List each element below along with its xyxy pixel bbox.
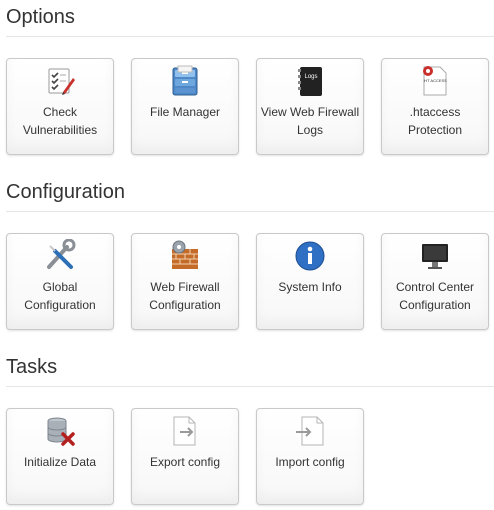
tile-label: .htaccess Protection: [407, 105, 463, 137]
logs-icon-text: Logs: [304, 74, 317, 80]
tile-label: Check Vulnerabilities: [22, 105, 98, 137]
section-divider: [6, 386, 494, 387]
tile-label: System Info: [278, 280, 342, 294]
section-title-tasks: Tasks: [6, 356, 58, 378]
tile-label: Import config: [275, 455, 345, 469]
initialize-data-button[interactable]: Initialize Data: [6, 408, 114, 505]
system-info-button[interactable]: System Info: [256, 233, 364, 330]
check-vulnerabilities-button[interactable]: Check Vulnerabilities: [6, 58, 114, 155]
tile-label: View Web Firewall Logs: [260, 105, 360, 137]
monitor-icon: [418, 239, 452, 273]
tile-label: Control Center Configuration: [395, 280, 475, 312]
htaccess-file-icon: .HT ACCESS: [418, 64, 452, 98]
tile-label: Web Firewall Configuration: [149, 280, 221, 312]
database-delete-icon: [43, 414, 77, 448]
section-title-options: Options: [6, 6, 75, 28]
global-configuration-button[interactable]: Global Configuration: [6, 233, 114, 330]
firewall-gear-icon: [168, 239, 202, 273]
control-center-configuration-button[interactable]: Control Center Configuration: [381, 233, 489, 330]
checklist-pen-icon: [43, 64, 77, 98]
import-config-button[interactable]: Import config: [256, 408, 364, 505]
tile-label: Initialize Data: [23, 455, 97, 469]
file-cabinet-icon: [168, 64, 202, 98]
web-firewall-configuration-button[interactable]: Web Firewall Configuration: [131, 233, 239, 330]
info-icon: [293, 239, 327, 273]
wrench-screwdriver-icon: [43, 239, 77, 273]
view-web-firewall-logs-button[interactable]: Logs View Web Firewall Logs: [256, 58, 364, 155]
export-config-button[interactable]: Export config: [131, 408, 239, 505]
export-document-icon: [168, 414, 202, 448]
logs-book-icon: Logs: [293, 64, 327, 98]
section-divider: [6, 36, 494, 37]
tile-label: Export config: [149, 455, 221, 469]
tile-label: File Manager: [149, 105, 221, 119]
tile-label: Global Configuration: [24, 280, 96, 312]
import-document-icon: [293, 414, 327, 448]
section-title-configuration: Configuration: [6, 181, 125, 203]
htaccess-icon-text: .HT ACCESS: [423, 78, 447, 83]
section-divider: [6, 211, 494, 212]
file-manager-button[interactable]: File Manager: [131, 58, 239, 155]
htaccess-protection-button[interactable]: .HT ACCESS .htaccess Protection: [381, 58, 489, 155]
